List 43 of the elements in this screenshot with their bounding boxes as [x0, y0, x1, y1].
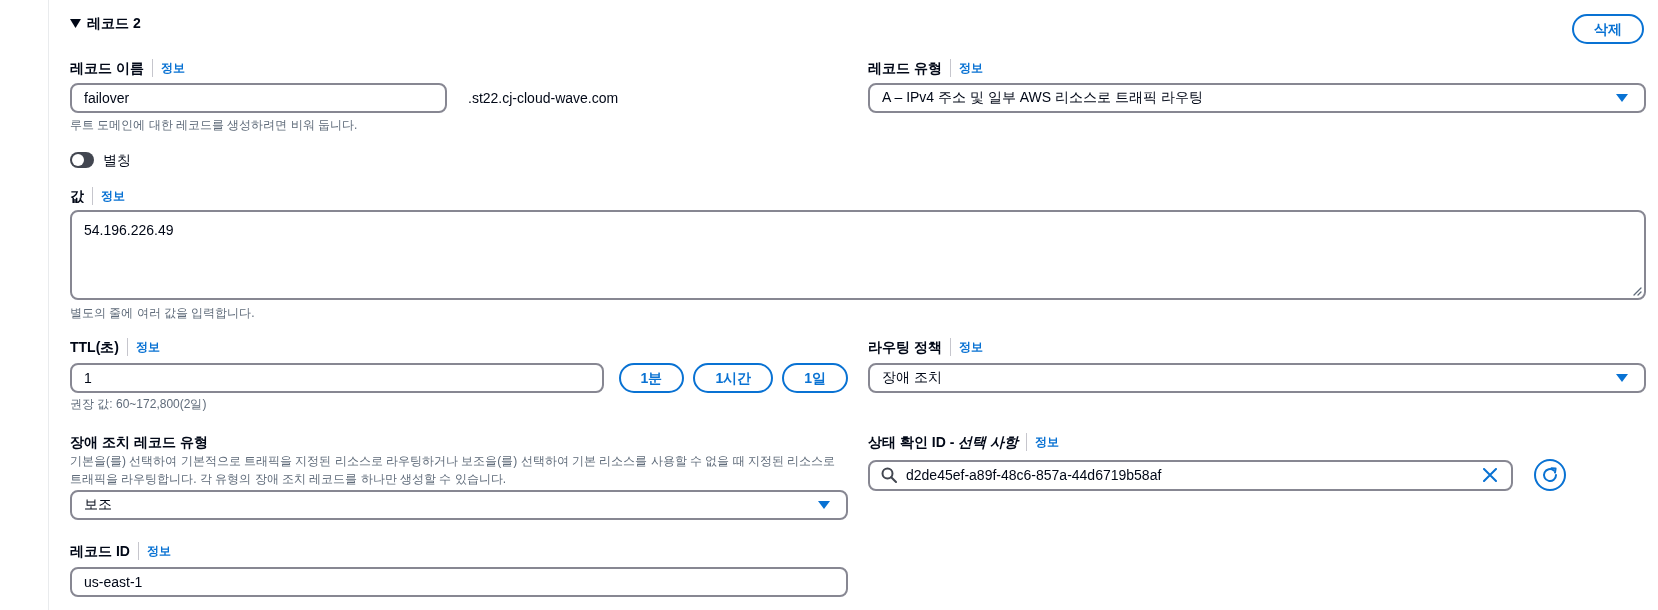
- field-label: 상태 확인 ID - 선택 사항: [868, 433, 1019, 452]
- field-label: 레코드 이름: [70, 59, 144, 78]
- caret-down-icon[interactable]: [70, 18, 81, 28]
- field-label: TTL(초): [70, 338, 119, 357]
- text-field[interactable]: 1: [70, 363, 604, 393]
- description-text: 기본을(를) 선택하여 기본적으로 트래픽을 지정된 리소스로 라우팅하거나 보조을(를) 선택하여 기본 리소스를 사용할 수 없을 때 지정된 리소스로 트래픽을 라우팅합니다. 각 유형의 장애 조치 레코드를 하나만 생성할 수 있습니다.: [70, 453, 837, 488]
- textarea-field[interactable]: 54.196.226.49: [70, 210, 1646, 300]
- caret-down-icon: [1616, 374, 1628, 382]
- clear-icon[interactable]: [1483, 468, 1497, 482]
- toggle-switch[interactable]: [70, 152, 94, 168]
- section-title[interactable]: 레코드 2: [87, 13, 141, 33]
- toggle-label: 별칭: [103, 151, 131, 170]
- delete-button[interactable]: 삭제: [1572, 14, 1644, 44]
- field-label: 레코드 ID: [70, 542, 130, 561]
- search-field[interactable]: d2de45ef-a89f-48c6-857a-44d6719b58af: [868, 459, 1513, 491]
- info-link[interactable]: 정보: [958, 59, 983, 77]
- search-icon: [881, 467, 897, 483]
- resize-handle-icon[interactable]: [1632, 286, 1642, 296]
- domain-suffix: .st22.cj-cloud-wave.com: [468, 90, 619, 106]
- select-field[interactable]: A – IPv4 주소 및 일부 AWS 리소스로 트래픽 라우팅: [868, 83, 1646, 113]
- text-field[interactable]: us-east-1: [70, 567, 848, 597]
- hint-text: 루트 도메인에 대한 레코드를 생성하려면 비워 둡니다.: [70, 117, 359, 133]
- hint-text: 권장 값: 60~172,800(2일): [70, 396, 208, 412]
- select-field[interactable]: 장애 조치: [868, 363, 1646, 393]
- field-label: 레코드 유형: [868, 59, 942, 78]
- refresh-icon[interactable]: [1534, 459, 1566, 491]
- text-field[interactable]: failover: [70, 83, 447, 113]
- ttl-preset-button[interactable]: 1시간: [693, 363, 774, 393]
- ttl-preset-button[interactable]: 1일: [782, 363, 848, 393]
- info-link[interactable]: 정보: [146, 542, 171, 560]
- info-link[interactable]: 정보: [160, 59, 185, 77]
- field-label: 라우팅 정책: [868, 338, 942, 357]
- caret-down-icon: [818, 501, 830, 509]
- info-link[interactable]: 정보: [101, 187, 125, 205]
- field-label: 장애 조치 레코드 유형: [70, 433, 208, 452]
- hint-text: 별도의 줄에 여러 값을 입력합니다.: [70, 305, 256, 321]
- select-field[interactable]: 보조: [70, 490, 848, 520]
- info-link[interactable]: 정보: [958, 338, 983, 356]
- ttl-preset-button[interactable]: 1분: [618, 363, 685, 393]
- field-label: 값: [70, 187, 84, 206]
- info-link[interactable]: 정보: [1035, 433, 1060, 451]
- info-link[interactable]: 정보: [136, 338, 160, 356]
- caret-down-icon: [1616, 94, 1628, 102]
